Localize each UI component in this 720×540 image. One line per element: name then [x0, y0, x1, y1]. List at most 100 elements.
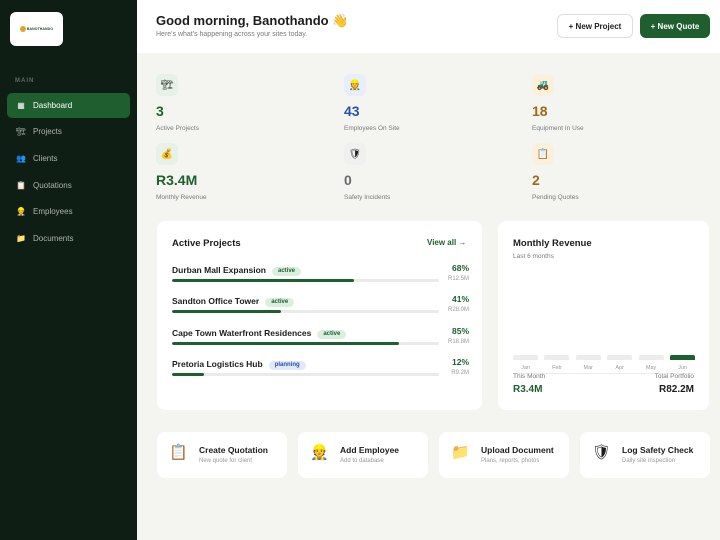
revenue-bar-may: [638, 355, 664, 360]
nav-section-label: MAIN: [15, 78, 35, 84]
status-badge: active: [265, 297, 295, 307]
project-amount: R28.0M: [447, 307, 469, 313]
revenue-tick-label: Feb: [552, 365, 562, 371]
progress-bar: [172, 373, 439, 376]
stat-value: 43: [344, 103, 360, 119]
sidebar-item-label: Quotations: [33, 181, 72, 190]
revenue-bar-jan: [513, 355, 538, 360]
project-name: Pretoria Logistics Hub: [172, 359, 263, 369]
total-portfolio-value: R82.2M: [658, 384, 694, 395]
log-safety-check-action[interactable]: 🛡 Log Safety Check Daily site inspection: [580, 432, 710, 478]
view-all-link[interactable]: View all →: [427, 238, 466, 247]
stat-label: Safety Incidents: [344, 194, 391, 201]
project-percent: 12%: [451, 357, 469, 367]
sidebar-item-dashboard[interactable]: ▦ Dashboard: [7, 93, 130, 118]
stat-monthly-revenue: 💰 R3.4M Monthly Revenue: [156, 143, 326, 203]
stat-employees-on-site: 👷 43 Employees On Site: [344, 74, 514, 134]
company-logo[interactable]: BANOTHANDO: [10, 12, 63, 46]
logo-mark-icon: [19, 26, 26, 32]
project-name: Cape Town Waterfront Residences: [172, 328, 312, 338]
status-badge: active: [317, 329, 347, 339]
card-subtitle: Last 6 months: [513, 253, 554, 260]
page-header: Good morning, Banothando 👋 Here's what's…: [137, 0, 720, 53]
create-quotation-action[interactable]: 📋 Create Quotation New quote for client: [157, 432, 287, 478]
stat-value: 3: [156, 103, 164, 119]
crane-icon: 🏗: [16, 126, 27, 136]
project-name: Sandton Office Tower: [172, 296, 260, 306]
new-project-button[interactable]: + New Project: [557, 14, 633, 38]
action-title: Create Quotation: [199, 445, 268, 455]
new-quote-button[interactable]: + New Quote: [640, 14, 710, 38]
progress-bar: [172, 279, 439, 282]
stat-label: Equipment In Use: [532, 125, 584, 132]
grid-icon: ▦: [17, 100, 25, 110]
stat-pending-quotes: 📋 2 Pending Quotes: [532, 143, 702, 203]
card-title: Active Projects: [172, 238, 241, 249]
progress-fill: [172, 279, 354, 282]
project-percent: 41%: [451, 294, 469, 304]
worker-icon: 👷: [344, 74, 366, 96]
revenue-bar-feb: [544, 355, 570, 360]
revenue-bar-jun: [670, 355, 695, 360]
page-subtitle: Here's what's happening across your site…: [156, 31, 308, 38]
action-subtitle: New quote for client: [199, 458, 253, 464]
sidebar-item-quotations[interactable]: 📋 Quotations: [7, 173, 130, 198]
this-month-label: This Month: [513, 373, 546, 380]
worker-icon: 👷: [16, 206, 26, 216]
add-employee-action[interactable]: 👷 Add Employee Add to database: [298, 432, 428, 478]
revenue-tick-label: Jun: [678, 365, 687, 371]
crane-icon: 🏗: [156, 74, 178, 96]
tractor-icon: 🚜: [532, 74, 554, 96]
stat-label: Monthly Revenue: [156, 194, 207, 201]
stat-equipment-in-use: 🚜 18 Equipment In Use: [532, 74, 702, 134]
sidebar-item-label: Employees: [33, 207, 73, 216]
action-title: Log Safety Check: [622, 445, 694, 455]
clipboard-icon: 📋: [169, 444, 188, 461]
revenue-tick-label: Mar: [583, 365, 594, 371]
project-row[interactable]: Pretoria Logistics Hub planning 12% R9.2M: [172, 357, 469, 389]
action-title: Add Employee: [340, 445, 400, 455]
stat-label: Pending Quotes: [532, 194, 579, 201]
people-icon: 👥: [16, 153, 26, 163]
revenue-bar-apr: [607, 355, 633, 360]
sidebar-item-employees[interactable]: 👷 Employees: [7, 199, 130, 224]
worker-icon: 👷: [310, 444, 329, 461]
project-amount: R18.8M: [447, 339, 469, 345]
sidebar: BANOTHANDO MAIN ▦ Dashboard 🏗 Projects 👥…: [0, 0, 137, 540]
revenue-bar-mar: [575, 355, 601, 360]
project-amount: R9.2M: [451, 370, 469, 376]
project-row[interactable]: Sandton Office Tower active 41% R28.0M: [172, 294, 469, 326]
folder-icon: 📁: [16, 233, 26, 243]
sidebar-item-projects[interactable]: 🏗 Projects: [7, 119, 130, 144]
project-row[interactable]: Durban Mall Expansion active 68% R12.5M: [172, 263, 469, 295]
revenue-bar-chart: Jan Feb Mar Apr May Jun: [513, 301, 695, 371]
action-subtitle: Add to database: [340, 458, 384, 464]
stat-value: 0: [344, 172, 352, 188]
stat-value: R3.4M: [156, 172, 198, 188]
progress-fill: [172, 373, 205, 376]
sidebar-item-label: Dashboard: [33, 101, 73, 110]
status-badge: active: [272, 266, 302, 276]
clipboard-icon: 📋: [532, 143, 554, 165]
sidebar-item-clients[interactable]: 👥 Clients: [7, 146, 130, 171]
project-amount: R12.5M: [447, 276, 469, 282]
this-month-value: R3.4M: [513, 384, 543, 395]
clipboard-icon: 📋: [16, 180, 26, 190]
shield-icon: 🛡: [344, 143, 366, 165]
project-row[interactable]: Cape Town Waterfront Residences active 85…: [172, 326, 469, 358]
upload-document-action[interactable]: 📁 Upload Document Plans, reports, photos: [439, 432, 569, 478]
revenue-tick-label: Jan: [521, 365, 530, 371]
project-percent: 68%: [451, 263, 469, 273]
sidebar-item-documents[interactable]: 📁 Documents: [7, 226, 130, 251]
folder-icon: 📁: [451, 444, 470, 461]
revenue-tick-label: Apr: [615, 365, 624, 371]
stat-value: 18: [532, 103, 548, 119]
stat-label: Employees On Site: [344, 125, 400, 132]
action-title: Upload Document: [481, 445, 554, 455]
progress-fill: [172, 310, 282, 313]
project-name: Durban Mall Expansion: [172, 265, 266, 275]
status-badge: planning: [268, 360, 306, 370]
progress-bar: [172, 342, 439, 345]
progress-fill: [172, 342, 399, 345]
revenue-tick-label: May: [645, 365, 657, 371]
